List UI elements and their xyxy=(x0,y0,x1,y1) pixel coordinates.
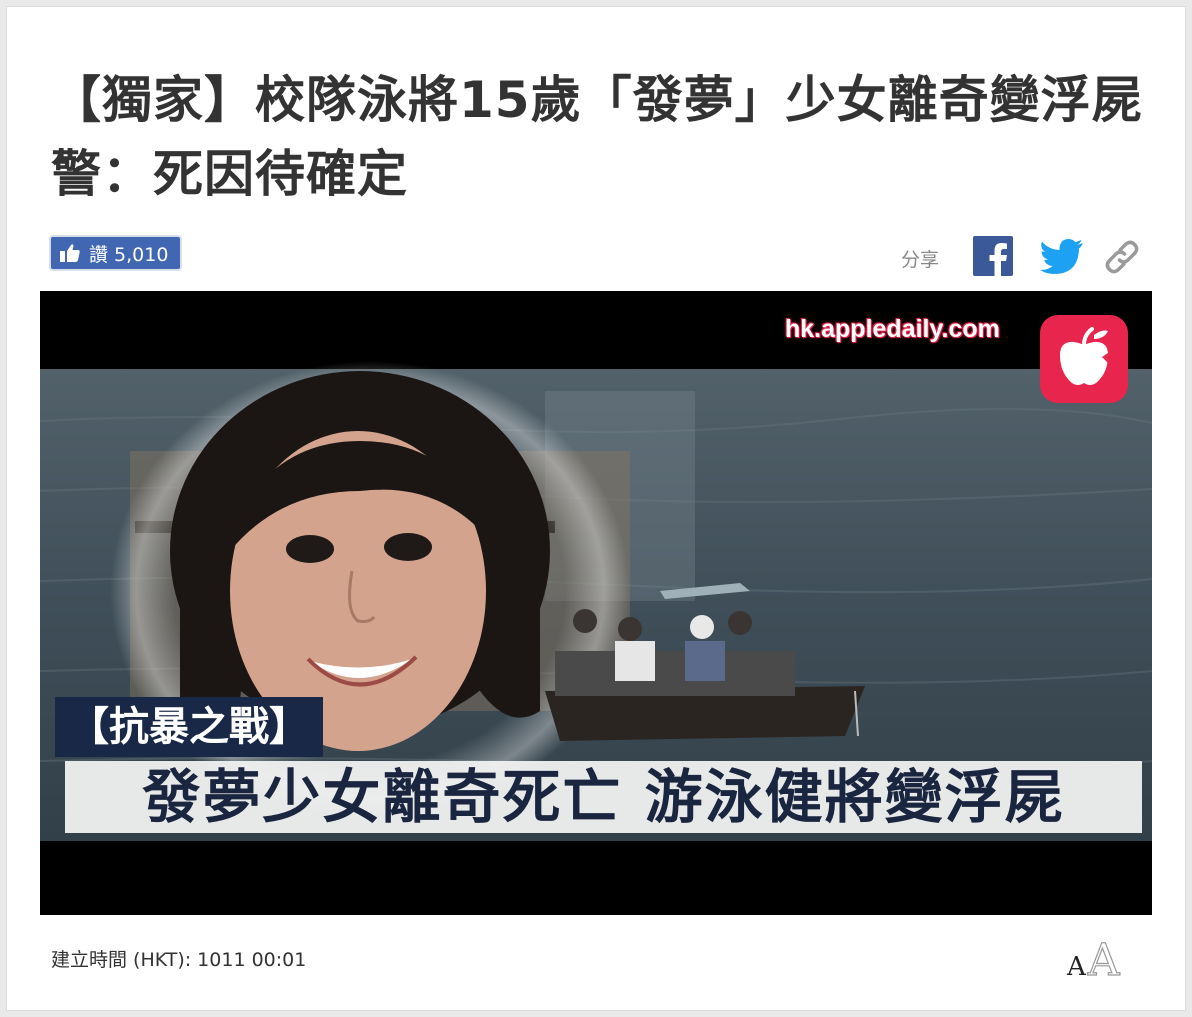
thumbs-up-icon xyxy=(60,244,80,262)
video-caption: 發夢少女離奇死亡 游泳健將變浮屍 xyxy=(65,761,1142,833)
like-count-label: 讚 5,010 xyxy=(89,243,169,266)
article-card: 【獨家】校隊泳將15歲「發夢」少女離奇變浮屍 警：死因待確定 讚 5,010 分… xyxy=(6,6,1186,1011)
font-size-small-icon[interactable]: A xyxy=(1067,952,1086,982)
twitter-icon[interactable] xyxy=(1039,237,1085,277)
video-tag: 【抗暴之戰】 xyxy=(55,697,323,757)
created-timestamp: 建立時間 (HKT): 1011 00:01 xyxy=(51,949,307,971)
like-button[interactable]: 讚 5,010 xyxy=(49,235,183,271)
apple-daily-logo xyxy=(1040,315,1128,403)
font-size-control[interactable]: AA xyxy=(1067,934,1120,986)
video-player[interactable]: hk.appledaily.com 【抗暴之戰】 發夢少女離奇死亡 游泳健將變浮… xyxy=(40,291,1152,915)
facebook-icon[interactable] xyxy=(973,236,1013,276)
share-label: 分享 xyxy=(901,249,940,271)
video-watermark: hk.appledaily.com xyxy=(785,315,1000,343)
link-icon[interactable] xyxy=(1103,237,1141,277)
font-size-large-icon[interactable]: A xyxy=(1087,934,1120,986)
article-headline: 【獨家】校隊泳將15歲「發夢」少女離奇變浮屍 警：死因待確定 xyxy=(51,71,1143,203)
